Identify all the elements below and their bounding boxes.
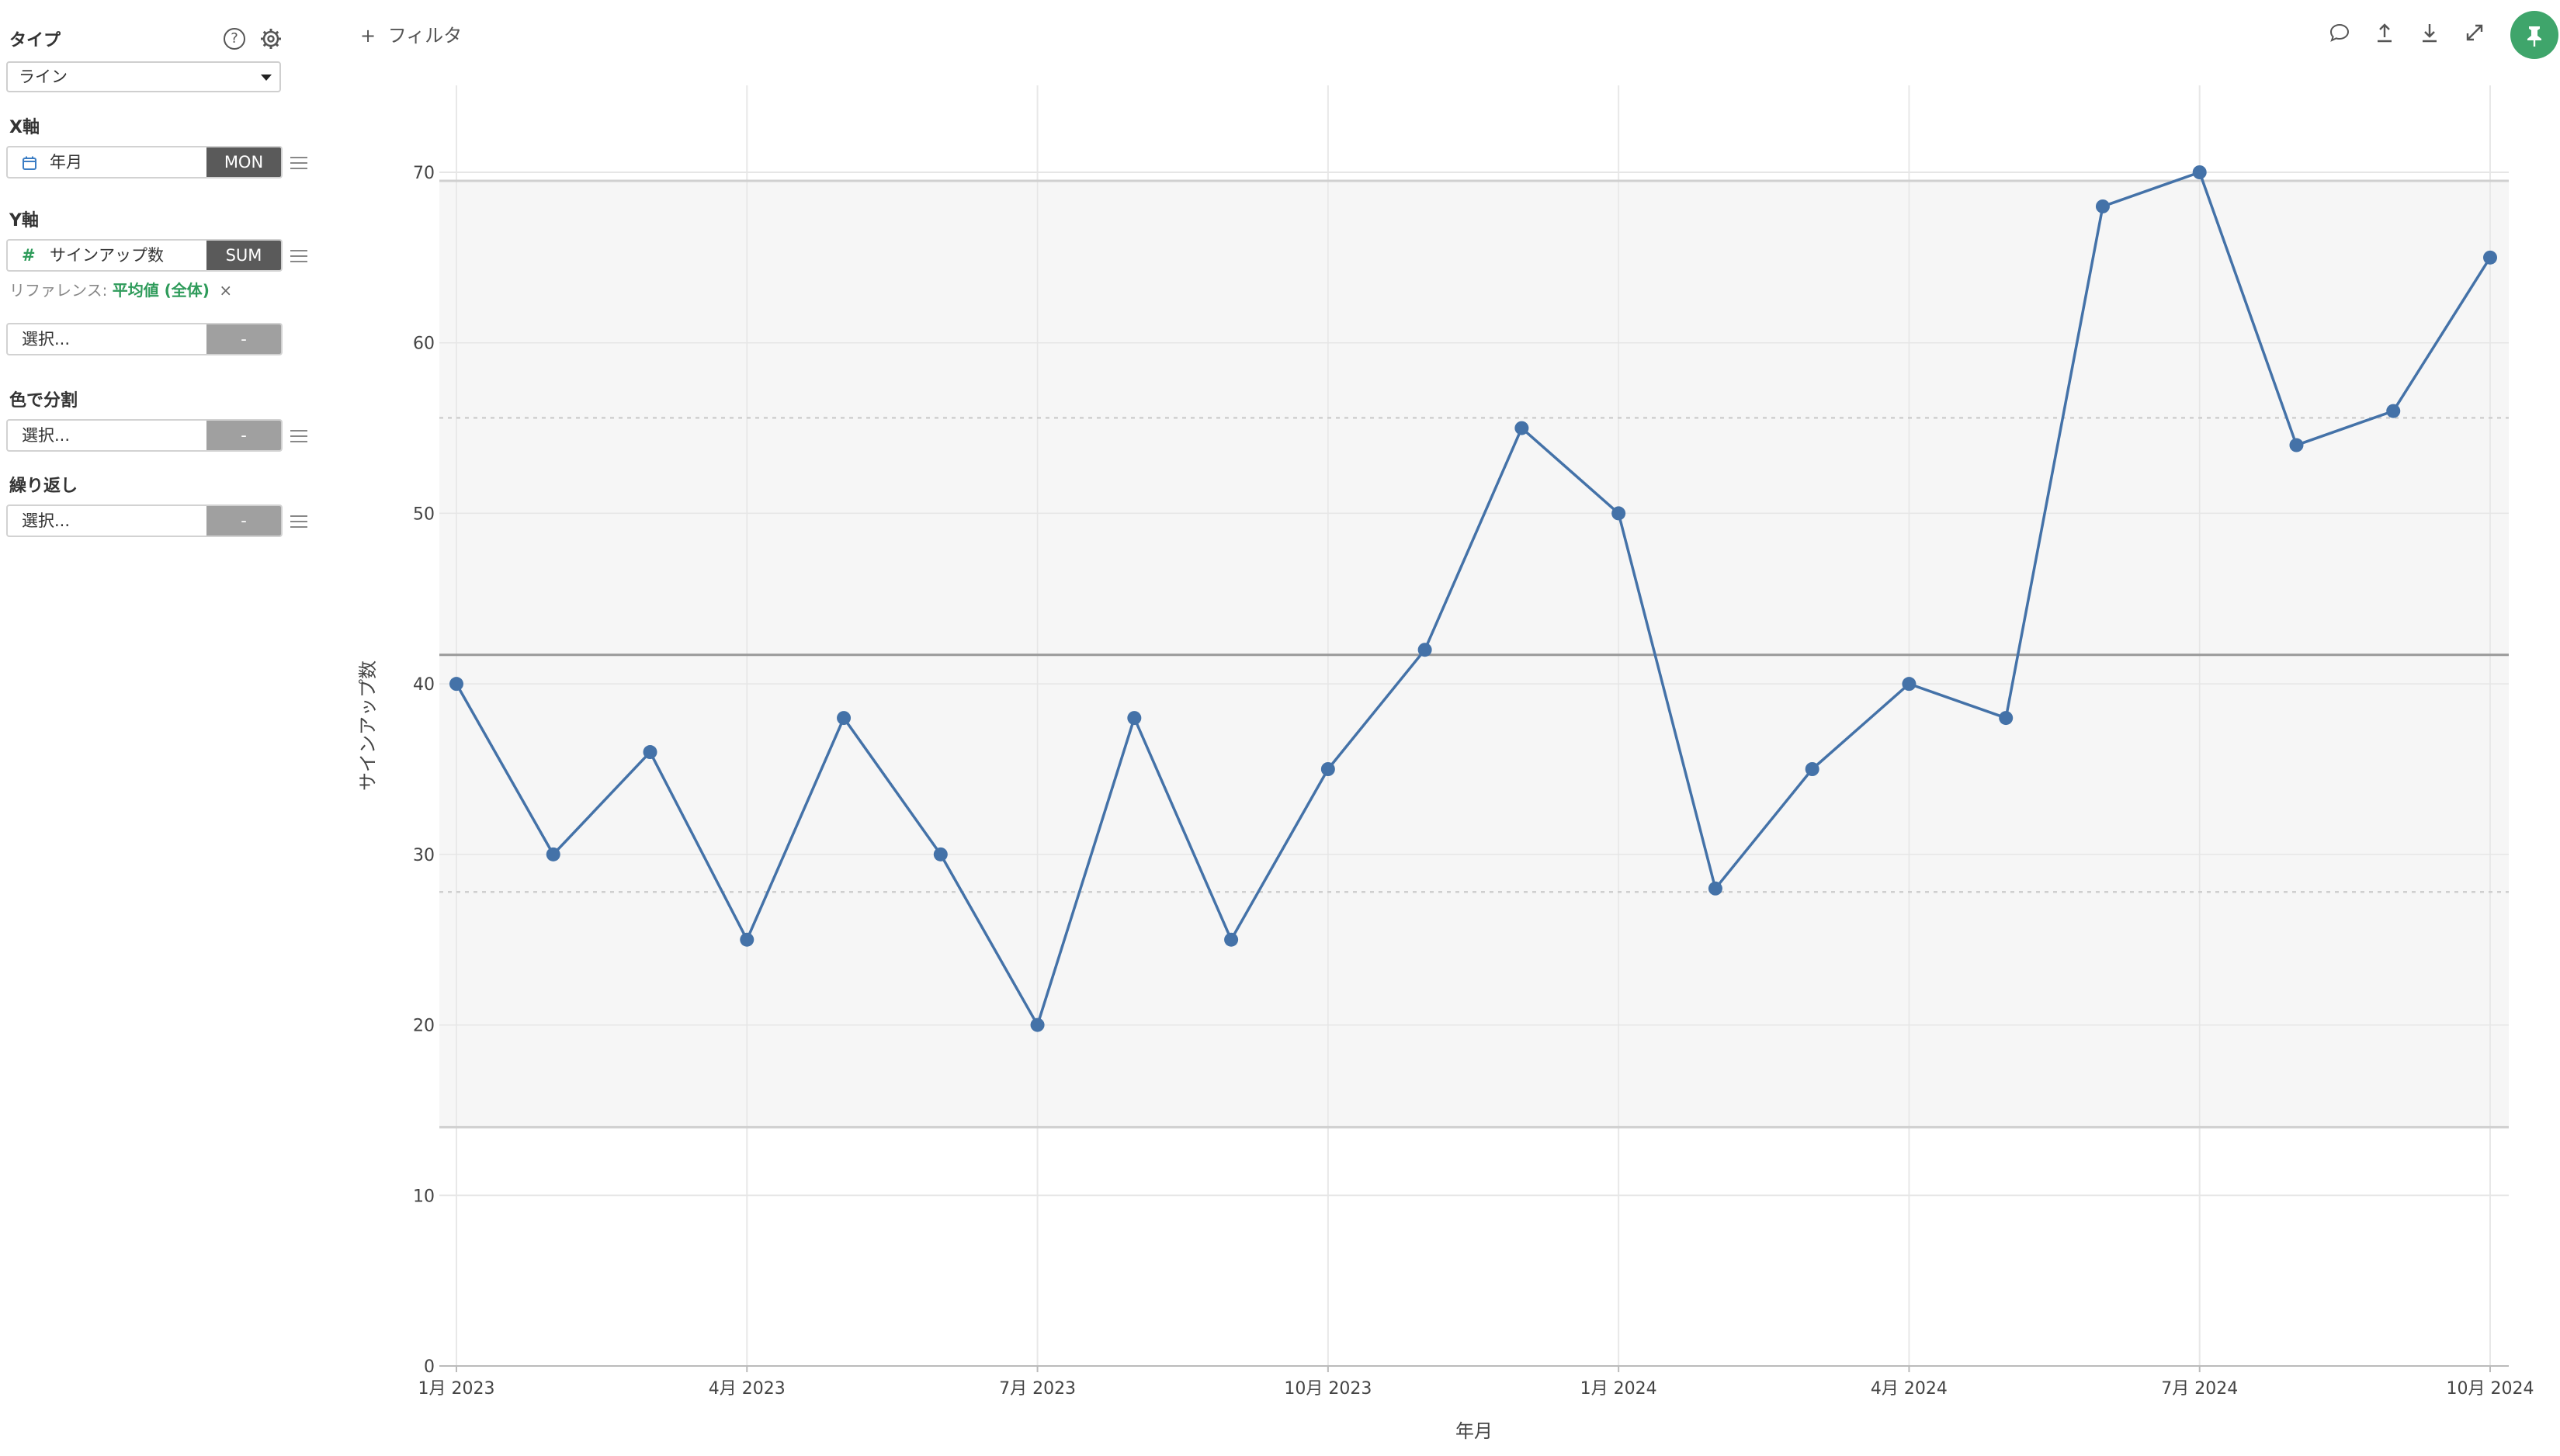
y-tick-label: 40 [413,675,435,695]
x-tick-label: 4月 2023 [709,1379,786,1399]
data-point [1320,762,1335,776]
y-tick-label: 20 [413,1017,435,1036]
data-point [837,711,852,726]
y-tick-label: 30 [413,846,435,865]
data-point [546,847,560,861]
data-point [740,932,754,947]
x-tick-label: 10月 2024 [2447,1379,2534,1399]
x-tick-label: 1月 2023 [418,1379,495,1399]
y-tick-label: 60 [413,335,435,354]
y-tick-label: 10 [413,1187,435,1206]
x-tick-label: 7月 2024 [2161,1379,2238,1399]
data-point [2289,438,2304,452]
data-point [1611,506,1626,521]
data-point [1030,1017,1045,1032]
data-point [1417,643,1432,657]
reference-band [439,172,2509,1367]
data-point [1708,881,1722,896]
x-tick-label: 10月 2023 [1284,1379,1372,1399]
line-chart: 0 10 20 30 40 50 60 70 1月 2023 4月 2023 7月 2023 10月 … [357,85,2534,1442]
data-point [2192,165,2207,179]
y-tick-label: 0 [424,1357,435,1377]
y-axis-title: サインアップ数 [357,660,379,791]
data-point [1902,677,1917,692]
data-point [1514,421,1529,435]
x-tick-label: 4月 2024 [1871,1379,1948,1399]
data-point [933,847,948,861]
y-tick-label: 50 [413,504,435,524]
y-tick-label: 70 [413,164,435,183]
data-point [1127,711,1142,726]
data-point [449,677,463,692]
x-tick-label: 7月 2023 [999,1379,1076,1399]
data-point [643,745,657,760]
data-point [2386,404,2401,418]
data-point [1999,711,2014,726]
data-point [2483,250,2497,265]
data-point [1224,932,1239,947]
x-axis-title: 年月 [1455,1420,1493,1442]
data-point [2095,199,2110,213]
data-point [1805,762,1819,776]
x-tick-label: 1月 2024 [1580,1379,1657,1399]
